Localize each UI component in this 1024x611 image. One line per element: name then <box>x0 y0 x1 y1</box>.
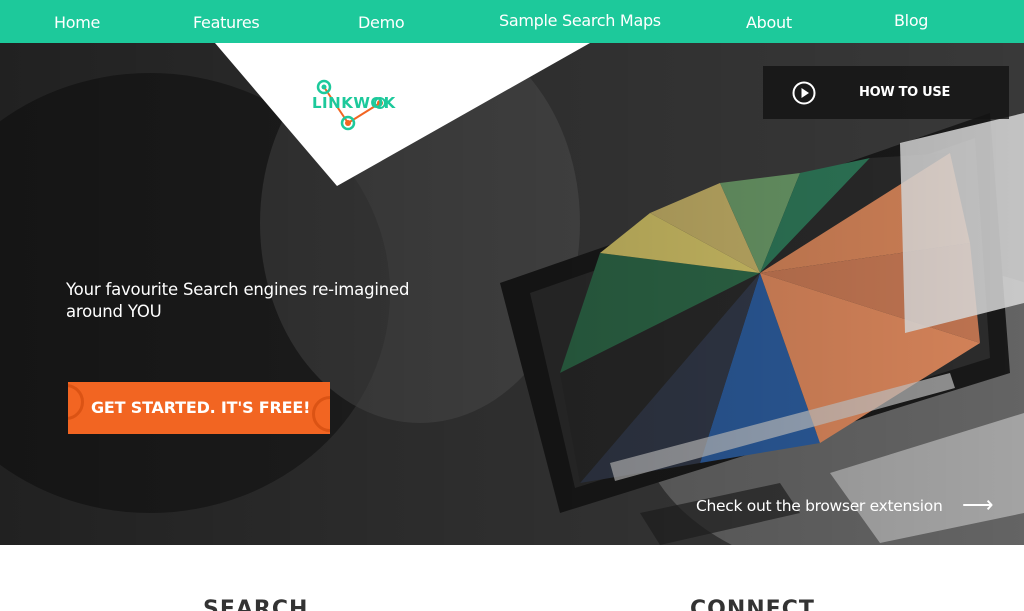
nav-blog-link[interactable]: Blog <box>894 11 928 30</box>
logo-card <box>215 43 590 186</box>
hero-tagline: Your favourite Search engines re-imagine… <box>66 280 410 321</box>
get-started-button[interactable]: GET STARTED. IT'S FREE! <box>68 382 330 434</box>
logo-text: LINKWOK <box>312 94 396 112</box>
top-navbar: Home Features Demo Sample Search Maps Ab… <box>0 0 1024 43</box>
arrow-right-icon[interactable]: ⟶ <box>962 492 994 518</box>
get-started-label: GET STARTED. IT'S FREE! <box>91 398 311 417</box>
how-to-use-button[interactable]: HOW TO USE <box>763 66 1009 119</box>
section-heading-search: SEARCH <box>203 597 309 611</box>
nav-features-link[interactable]: Features <box>193 13 260 32</box>
how-to-use-label: HOW TO USE <box>859 85 951 100</box>
linkwok-logo[interactable]: LINKWOK <box>310 75 406 135</box>
cta-decoration <box>68 384 84 420</box>
play-icon <box>792 81 816 105</box>
section-heading-connect: CONNECT <box>690 597 815 611</box>
browser-extension-link[interactable]: Check out the browser extension <box>696 497 943 515</box>
hero-section: LINKWOK HOW TO USE Your favourite Search… <box>0 43 1024 545</box>
nav-demo-link[interactable]: Demo <box>358 13 405 32</box>
cta-decoration <box>312 396 330 432</box>
nav-sample-maps-link[interactable]: Sample Search Maps <box>499 11 661 30</box>
nav-home-link[interactable]: Home <box>54 13 100 32</box>
nav-about-link[interactable]: About <box>746 13 792 32</box>
